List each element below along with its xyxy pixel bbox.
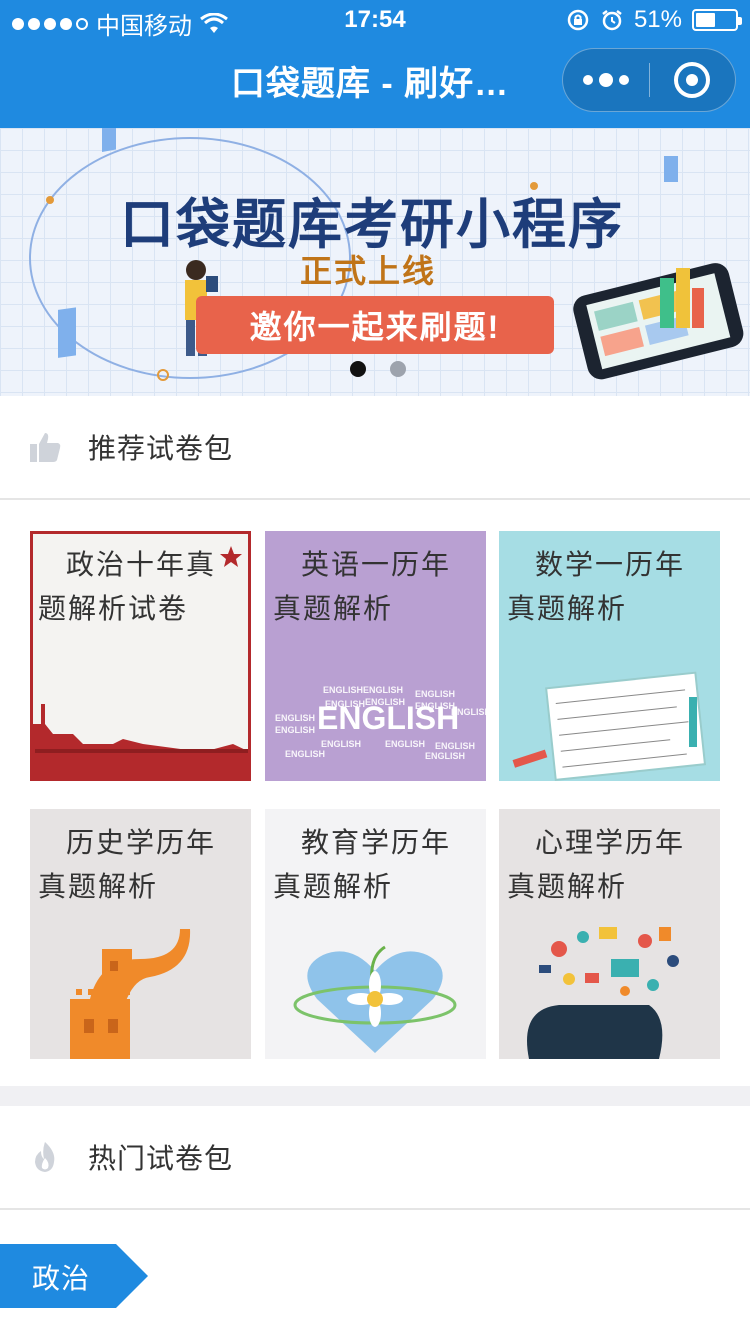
card-title: 数学一历年真题解析: [507, 549, 686, 624]
banner-cta-button[interactable]: 邀你一起来刷题!: [196, 296, 554, 354]
card-title: 教育学历年真题解析: [273, 827, 452, 902]
paper-card-psychology[interactable]: 心理学历年真题解析: [499, 809, 720, 1059]
banner-subtitle: 正式上线: [300, 253, 437, 289]
card-title: 英语一历年真题解析: [273, 549, 452, 624]
svg-text:ENGLISH: ENGLISH: [425, 751, 465, 761]
rotation-lock-icon: [567, 9, 589, 31]
hot-label: 热门试卷包: [88, 1143, 234, 1174]
card-title: 政治十年真题解析试卷: [38, 549, 217, 624]
svg-text:ENGLISH: ENGLISH: [415, 701, 455, 711]
svg-text:ENGLISH: ENGLISH: [325, 699, 365, 709]
section-divider: [0, 1086, 750, 1106]
svg-text:ENGLISH: ENGLISH: [285, 749, 325, 759]
card-title: 历史学历年真题解析: [38, 827, 217, 902]
svg-text:ENGLISH: ENGLISH: [451, 707, 486, 717]
svg-text:ENGLISH: ENGLISH: [275, 713, 315, 723]
miniprogram-capsule: [562, 48, 736, 112]
svg-text:ENGLISH: ENGLISH: [363, 685, 403, 695]
status-bar: 中国移动 17:54 51%: [0, 0, 750, 40]
svg-text:ENGLISH: ENGLISH: [435, 741, 475, 751]
more-menu-button[interactable]: [563, 48, 649, 112]
promo-banner[interactable]: 口袋题库考研小程序 正式上线 邀你一起来刷题!: [0, 128, 750, 396]
carousel-dot-2[interactable]: [390, 361, 406, 377]
carousel-indicators: [350, 361, 406, 377]
svg-text:ENGLISH: ENGLISH: [275, 725, 315, 735]
target-icon: [674, 62, 711, 98]
svg-text:ENGLISH: ENGLISH: [415, 689, 455, 699]
svg-text:ENGLISH: ENGLISH: [365, 697, 405, 707]
svg-text:ENGLISH: ENGLISH: [323, 685, 363, 695]
page-title: 口袋题库 - 刷好…: [230, 65, 510, 103]
status-right: 51%: [566, 6, 742, 34]
recommended-section-header: 推荐试卷包: [0, 396, 750, 500]
carousel-dot-1[interactable]: [350, 361, 366, 377]
hot-section-header: 热门试卷包: [0, 1106, 750, 1210]
recommended-label: 推荐试卷包: [88, 433, 234, 464]
top-bar: 中国移动 17:54 51% 口袋题库 - 刷好…: [0, 0, 750, 128]
thumbs-up-icon: [30, 433, 61, 462]
alarm-icon: [602, 10, 622, 31]
close-miniprogram-button[interactable]: [650, 48, 736, 112]
battery-icon: [692, 9, 742, 31]
svg-text:ENGLISH: ENGLISH: [385, 739, 425, 749]
more-icon: [582, 75, 593, 85]
category-tag-politics[interactable]: 政治: [32, 1257, 90, 1297]
battery-percent: 51%: [633, 6, 682, 33]
paper-card-history[interactable]: 历史学历年真题解析: [30, 809, 251, 1059]
paper-card-education[interactable]: 教育学历年真题解析: [265, 809, 486, 1059]
paper-card-politics[interactable]: 政治十年真题解析试卷: [30, 531, 251, 781]
card-title: 心理学历年真题解析: [507, 827, 686, 902]
paper-card-math[interactable]: 数学一历年真题解析: [499, 531, 720, 781]
svg-text:ENGLISH: ENGLISH: [321, 739, 361, 749]
paper-card-english[interactable]: ENGLISH ENGLISH ENGLISH ENGLISH ENGLISH ENG…: [265, 531, 486, 781]
flame-icon: [35, 1142, 55, 1172]
